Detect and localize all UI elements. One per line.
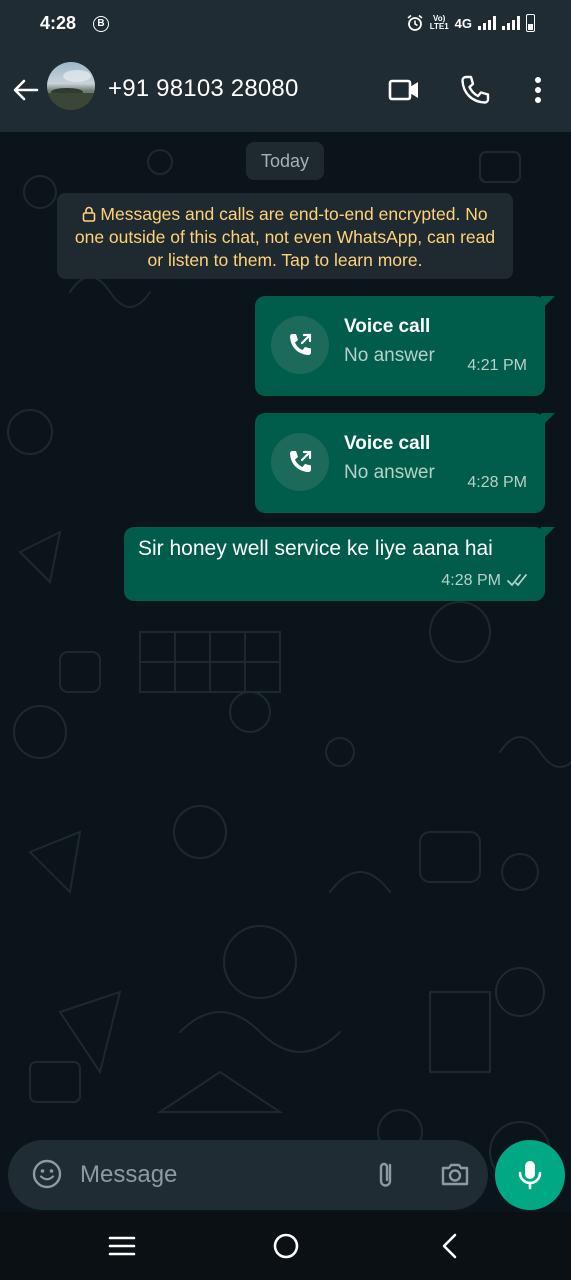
composer <box>0 1140 571 1212</box>
network-type: 4G <box>454 15 472 31</box>
home-icon[interactable] <box>270 1230 302 1262</box>
message-time: 4:28 PM <box>467 474 527 491</box>
volte-indicator: Vo) LTE1 <box>429 14 449 31</box>
chat-header: +91 98103 28080 <box>0 48 571 132</box>
message-text: Sir honey well service ke liye aana hai <box>138 537 493 560</box>
call-status: No answer <box>344 345 435 366</box>
call-title: Voice call <box>344 433 431 454</box>
message-input-pill[interactable] <box>8 1140 488 1210</box>
text-message[interactable]: Sir honey well service ke liye aana hai … <box>124 527 555 601</box>
call-title: Voice call <box>344 316 431 337</box>
signal-icon-2 <box>502 16 520 30</box>
camera-icon[interactable] <box>438 1157 472 1191</box>
lock-icon <box>83 206 96 222</box>
chat-area[interactable]: Today Messages and calls are end-to-end … <box>0 132 571 1212</box>
outgoing-call-icon <box>290 333 312 355</box>
message-time: 4:21 PM <box>467 357 527 374</box>
avatar-image <box>47 70 95 110</box>
bubble-tail <box>541 296 555 310</box>
call-icon-circle <box>271 433 329 491</box>
emoji-icon[interactable] <box>30 1157 64 1191</box>
encryption-notice-text: Messages and calls are end-to-end encryp… <box>74 204 496 270</box>
b-badge-icon: B <box>93 16 109 32</box>
system-nav-bar <box>0 1212 571 1280</box>
encryption-notice[interactable]: Messages and calls are end-to-end encryp… <box>57 193 513 279</box>
status-bar: 4:28 B Vo) LTE1 4G <box>0 0 571 48</box>
phone-icon[interactable] <box>457 72 493 108</box>
back-arrow-icon[interactable] <box>8 72 44 108</box>
signal-icon <box>478 16 496 30</box>
mic-button[interactable] <box>495 1140 565 1210</box>
recent-apps-icon[interactable] <box>106 1230 138 1262</box>
attach-icon[interactable] <box>369 1157 403 1191</box>
call-status: No answer <box>344 462 435 483</box>
status-time: 4:28 <box>40 13 77 33</box>
call-icon-circle <box>271 316 329 374</box>
status-icons: Vo) LTE1 4G <box>406 12 535 34</box>
bubble-tail <box>541 413 555 427</box>
wallpaper-doodles <box>7 149 571 1189</box>
contact-name[interactable]: +91 98103 28080 <box>108 75 299 103</box>
more-options-icon[interactable] <box>520 72 556 108</box>
message-input[interactable] <box>80 1158 350 1192</box>
read-ticks-icon <box>507 574 527 586</box>
message-time: 4:28 PM <box>441 572 501 589</box>
alarm-icon <box>407 14 423 31</box>
call-message[interactable]: Voice call No answer 4:21 PM <box>255 296 555 396</box>
video-call-icon[interactable] <box>386 72 422 108</box>
bubble-tail <box>541 527 555 541</box>
battery-icon <box>526 14 535 32</box>
call-message[interactable]: Voice call No answer 4:28 PM <box>255 413 555 513</box>
outgoing-call-icon <box>290 450 312 472</box>
date-chip: Today <box>246 142 324 180</box>
mic-icon <box>518 1161 542 1190</box>
avatar[interactable] <box>47 62 95 110</box>
nav-back-icon[interactable] <box>434 1230 466 1262</box>
